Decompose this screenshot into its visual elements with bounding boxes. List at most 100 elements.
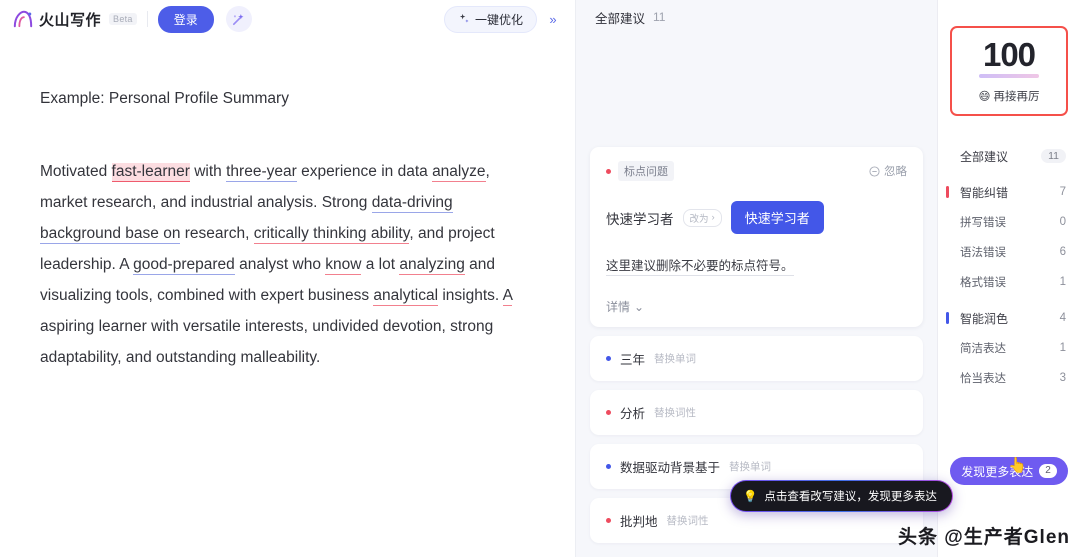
- category-label: 智能纠错: [960, 185, 1009, 200]
- minus-circle-icon: [869, 165, 880, 177]
- top-toolbar: 火山写作 Beta 登录 一键优化 »: [0, 0, 575, 38]
- score-value: 100: [982, 36, 1036, 73]
- doc-flagged-term[interactable]: analyze: [432, 163, 486, 182]
- doc-text-run: aspiring learner with versatile interest…: [40, 318, 494, 366]
- optimize-label: 一键优化: [474, 12, 523, 27]
- suggestion-card-active[interactable]: 标点问题 忽略 快速学习者 改为 › 快速学习者 这里建议删除不必要的标点符号。…: [590, 147, 923, 327]
- suggestion-kind: 替换词性: [654, 407, 697, 419]
- suggestion-list-item[interactable]: 分析 替换词性: [590, 390, 923, 435]
- pointer-cursor-icon: 👆: [1008, 457, 1027, 474]
- suggestions-header: 全部建议 11: [576, 0, 937, 34]
- brand-name: 火山写作: [39, 11, 102, 29]
- discover-more-button[interactable]: 发现更多表达 2 👆: [950, 457, 1068, 485]
- one-click-optimize-button[interactable]: 一键优化: [443, 5, 537, 33]
- doc-flagged-term[interactable]: A: [502, 287, 513, 306]
- doc-text-run: a lot: [361, 256, 400, 273]
- doc-text-run: with: [189, 163, 227, 180]
- category-count: 7: [1059, 186, 1066, 198]
- doc-text-run: experience in data: [296, 163, 433, 180]
- category-row-7[interactable]: 恰当表达 3: [938, 363, 1080, 393]
- arrow-right-icon: ›: [711, 212, 715, 223]
- toolbar-divider: [146, 11, 148, 27]
- watermark: 头条 @生产者Glen: [897, 527, 1070, 548]
- suggestions-column: 全部建议 11 标点问题 忽略 快速学习者 改为 › 快速学习者 这里建议删除不…: [576, 0, 938, 557]
- suggestions-header-label: 全部建议: [595, 11, 646, 26]
- toolbar-right-group: 一键优化 »: [443, 5, 565, 33]
- category-count: 4: [1059, 312, 1066, 324]
- doc-flagged-term[interactable]: analyzing: [399, 256, 465, 275]
- marker-bar: [946, 312, 949, 324]
- sparkle-icon: [459, 13, 469, 23]
- suggestion-kind: 替换单词: [729, 461, 772, 473]
- doc-flagged-term[interactable]: fast-learner: [111, 163, 190, 182]
- change-to-pill: 改为 ›: [682, 208, 722, 227]
- volcano-logo-icon: [13, 10, 33, 28]
- login-button[interactable]: 登录: [157, 5, 214, 33]
- severity-dot-icon: [606, 410, 611, 415]
- magic-wand-icon[interactable]: [225, 6, 252, 32]
- suggestion-kind: 替换词性: [666, 515, 709, 527]
- category-label: 智能润色: [960, 311, 1009, 326]
- category-row-3[interactable]: 语法错误 6: [938, 237, 1080, 267]
- score-underline-decoration: [979, 74, 1039, 78]
- category-row-5[interactable]: 智能润色 4: [938, 303, 1080, 333]
- ignore-button[interactable]: 忽略: [869, 163, 907, 179]
- category-row-2[interactable]: 拼写错误 0: [938, 207, 1080, 237]
- doc-flagged-term[interactable]: three-year: [226, 163, 297, 182]
- magic-wand-glyph: [233, 13, 244, 25]
- original-text: 快速学习者: [606, 211, 674, 227]
- category-count: 1: [1059, 342, 1066, 354]
- suggestion-word: 数据驱动背景基于: [620, 461, 721, 475]
- document-title: Example: Personal Profile Summary: [40, 90, 289, 107]
- beta-tag: Beta: [109, 13, 137, 25]
- suggestion-list-item[interactable]: 三年 替换单词: [590, 336, 923, 381]
- category-row-0[interactable]: 全部建议 11: [938, 141, 1080, 171]
- suggestion-details-toggle[interactable]: 详情 ⌄: [606, 298, 907, 315]
- apply-replacement-button[interactable]: 快速学习者: [730, 201, 824, 234]
- category-label: 语法错误: [960, 247, 1006, 259]
- doc-flagged-term[interactable]: analytical: [373, 287, 439, 306]
- change-to-label: 改为: [689, 213, 709, 225]
- document-editor[interactable]: Example: Personal Profile Summary Motiva…: [0, 38, 575, 557]
- app-root: 火山写作 Beta 登录 一键优化 » Example: Personal Pr…: [0, 0, 1080, 557]
- category-label: 全部建议: [960, 149, 1009, 164]
- severity-dot-icon: [606, 356, 611, 361]
- category-label: 恰当表达: [960, 373, 1006, 385]
- category-count: 0: [1059, 216, 1066, 228]
- suggestion-word: 分析: [620, 407, 646, 421]
- double-chevron-right-icon[interactable]: »: [541, 7, 565, 31]
- score-emoji-icon: 😄: [978, 91, 991, 103]
- severity-dot-icon: [606, 168, 611, 174]
- severity-dot-icon: [606, 518, 611, 523]
- suggestion-kind: 替换单词: [654, 353, 697, 365]
- score-card: 100 😄 再接再厉: [950, 26, 1068, 116]
- chevron-down-icon: ⌄: [634, 299, 645, 314]
- marker-bar: [946, 186, 949, 198]
- suggestion-replace-row: 快速学习者 改为 › 快速学习者: [606, 201, 907, 234]
- doc-flagged-term[interactable]: know: [325, 256, 362, 275]
- score-caption-text: 再接再厉: [993, 91, 1040, 103]
- brand-logo[interactable]: 火山写作 Beta: [12, 9, 137, 30]
- rewrite-tooltip: 💡 点击查看改写建议，发现更多表达: [730, 480, 953, 512]
- category-list: 全部建议 11 智能纠错 7 拼写错误 0 语法错误 6 格式错误 1 智能润色 4 简洁表达 1 恰当表达…: [938, 141, 1080, 393]
- tooltip-text: 点击查看改写建议，发现更多表达: [764, 491, 937, 503]
- doc-text-run: Motivated: [40, 163, 112, 180]
- lightbulb-icon: 💡: [743, 491, 758, 503]
- doc-flagged-term[interactable]: critically thinking ability: [253, 225, 410, 244]
- doc-text-run: analyst who: [234, 256, 326, 273]
- category-label: 简洁表达: [960, 343, 1006, 355]
- suggestions-scroll[interactable]: 标点问题 忽略 快速学习者 改为 › 快速学习者 这里建议删除不必要的标点符号。…: [576, 34, 937, 557]
- ignore-label: 忽略: [884, 166, 907, 178]
- category-count: 6: [1059, 246, 1066, 258]
- category-count: 11: [1041, 149, 1066, 163]
- document-paragraph[interactable]: Motivated fast-learner with three-year e…: [40, 156, 529, 373]
- doc-flagged-term[interactable]: good-prepared: [133, 256, 235, 275]
- category-row-1[interactable]: 智能纠错 7: [938, 177, 1080, 207]
- category-row-4[interactable]: 格式错误 1: [938, 267, 1080, 297]
- category-label: 格式错误: [960, 277, 1006, 289]
- discover-badge: 2: [1039, 464, 1057, 478]
- category-row-6[interactable]: 简洁表达 1: [938, 333, 1080, 363]
- category-label: 拼写错误: [960, 217, 1006, 229]
- severity-dot-icon: [606, 464, 611, 469]
- right-rail: 100 😄 再接再厉 全部建议 11 智能纠错 7 拼写错误 0 语法错误 6 格式错误 1 智能润…: [938, 0, 1080, 557]
